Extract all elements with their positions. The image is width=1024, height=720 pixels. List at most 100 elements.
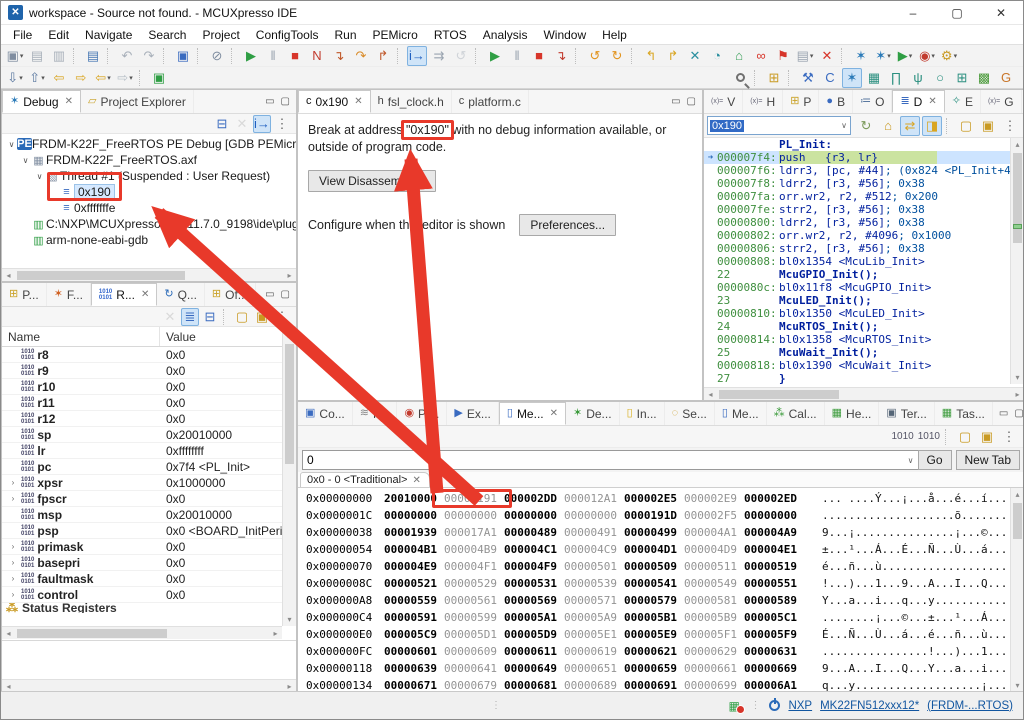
track-expression-icon[interactable]: ◨	[922, 116, 942, 136]
view-disassembly-button[interactable]: View Disassembly...	[308, 170, 436, 192]
memory-cell[interactable]: 00000579	[624, 594, 684, 607]
register-row[interactable]: 1010 0101r120x0	[2, 411, 296, 427]
menu-configtools[interactable]: ConfigTools	[248, 26, 327, 44]
close-button[interactable]: ✕	[979, 1, 1023, 24]
close-icon[interactable]: ✕	[65, 96, 73, 107]
disasm-source-line[interactable]: 22McuGPIO_Init();	[704, 268, 1010, 281]
memory-cell[interactable]: 00000621	[624, 645, 684, 658]
profile-icon[interactable]: ◉▾	[917, 46, 937, 66]
debug-perspective-icon[interactable]: ✶	[842, 68, 862, 88]
menu-project[interactable]: Project	[194, 26, 247, 44]
load-symbols-icon[interactable]: ⇧▾	[27, 68, 47, 88]
memory-cell[interactable]: 00000529	[444, 577, 504, 590]
new-tab-button[interactable]: New Tab	[956, 450, 1020, 470]
collapse-all-icon[interactable]: ⊟	[213, 115, 231, 133]
step-in-callee-icon[interactable]: ↱	[663, 46, 683, 66]
step-into-icon[interactable]: ↴	[329, 46, 349, 66]
bottom-tab-console-view[interactable]: ▣Co...	[298, 402, 353, 425]
sync-selection-icon[interactable]: ⇄	[900, 116, 920, 136]
memory-cell[interactable]: 000004C1	[504, 543, 564, 556]
disasm-instruction-line[interactable]: ➜000007f4:push{r3, lr}	[704, 151, 1010, 164]
close-icon[interactable]: ✕	[412, 475, 420, 486]
maximize-view-icon[interactable]: ▢	[687, 96, 696, 107]
disasm-instruction-line[interactable]: 00000800:ldrr2, [r3, #56]; 0x38	[704, 216, 1010, 229]
memory-row[interactable]: 0x000000C40000059100000599000005A1000005…	[306, 609, 1010, 626]
collapse-all-icon[interactable]: ⊟	[201, 308, 219, 326]
maximize-view-icon[interactable]: ▢	[281, 289, 290, 300]
chevron-expanded-icon[interactable]: ∨	[6, 140, 17, 149]
memory-cell[interactable]: 00000000	[384, 509, 444, 522]
memory-cell[interactable]: 00000639	[384, 662, 444, 675]
register-row[interactable]: ›1010 0101fpscr0x0	[2, 491, 296, 507]
memory-cell[interactable]: 00000000	[744, 509, 804, 522]
disassembly-tab-variables-view[interactable]: (x)=V	[704, 90, 743, 113]
open-perspective-icon[interactable]: ⊞	[764, 68, 784, 88]
vendor-link[interactable]: NXP	[788, 700, 812, 712]
memory-cell[interactable]: 000004F1	[444, 560, 504, 573]
show-groups-icon[interactable]: ≣	[181, 308, 199, 326]
menu-help[interactable]: Help	[594, 26, 635, 44]
toggle-split-vertical-icon[interactable]: 1010	[917, 427, 941, 447]
register-row[interactable]: 1010 0101r90x0	[2, 363, 296, 379]
chevron-collapsed-icon[interactable]: ›	[8, 494, 18, 503]
chevron-down-icon[interactable]: ∨	[841, 121, 850, 130]
git-perspective-icon[interactable]: G	[996, 68, 1016, 88]
memory-cell[interactable]: 000005C9	[384, 628, 444, 641]
editor-tab-c-file[interactable]: cplatform.c	[452, 90, 529, 113]
program-flash-icon[interactable]: ▤▾	[795, 46, 815, 66]
mcux-welcome-icon[interactable]: ✕	[685, 46, 705, 66]
memory-cell[interactable]: 00000541	[624, 577, 684, 590]
memory-row[interactable]: 0x000000FC000006010000060900000611000006…	[306, 643, 1010, 660]
disasm-instruction-line[interactable]: 00000818:bl0x1390 <McuWait_Init>	[704, 359, 1010, 372]
scroll-left-icon[interactable]: ◂	[2, 627, 15, 640]
menu-edit[interactable]: Edit	[40, 26, 77, 44]
registers-vscrollbar[interactable]: ▴ ▾	[282, 329, 296, 626]
memory-cell[interactable]: 00000619	[564, 645, 624, 658]
disasm-instruction-line[interactable]: 0000080c:bl0x11f8 <McuGPIO_Init>	[704, 281, 1010, 294]
registers-tab-registers-view[interactable]: 1010 0101R...✕	[91, 283, 157, 306]
registers-tab-quickstart-view[interactable]: ↻Q...	[157, 283, 205, 306]
scroll-up-icon[interactable]: ▴	[283, 329, 296, 342]
bottom-tab-problems-view[interactable]: ◉Pr...	[397, 402, 447, 425]
terminate-icon[interactable]: ■	[285, 46, 305, 66]
memory-cell[interactable]: 00000599	[444, 611, 504, 624]
memory-cell[interactable]: 00000569	[504, 594, 564, 607]
disasm-instruction-line[interactable]: 000007fa:orr.wr2, r2, #512; 0x200	[704, 190, 1010, 203]
scroll-down-icon[interactable]: ▾	[1011, 371, 1024, 384]
memory-cell[interactable]: 00000539	[564, 577, 624, 590]
scroll-up-icon[interactable]: ▴	[1011, 488, 1024, 501]
close-icon[interactable]: ✕	[354, 96, 362, 107]
bottom-tab-heap-usage-view[interactable]: ▦He...	[825, 402, 880, 425]
terminate-all-icon[interactable]: ■	[529, 46, 549, 66]
memory-cell[interactable]: 000002E5	[624, 492, 684, 505]
disconnect-icon[interactable]: N	[307, 46, 327, 66]
memory-cell[interactable]: 00000609	[444, 645, 504, 658]
memory-row[interactable]: 0x0000001C000000000000000000000000000000…	[306, 507, 1010, 524]
registers-hscrollbar[interactable]: ◂ ▸	[2, 626, 282, 639]
debug-hscrollbar[interactable]: ◂ ▸	[2, 268, 296, 281]
disasm-instruction-line[interactable]: 000007f8:ldrr2, [r3, #56]; 0x38	[704, 177, 1010, 190]
close-icon[interactable]: ✕	[550, 408, 558, 419]
memory-row[interactable]: 0x00000054000004B1000004B9000004C1000004…	[306, 541, 1010, 558]
disasm-instruction-line[interactable]: 000007f6:ldrr3, [pc, #44]; (0x824 <PL_In…	[704, 164, 1010, 177]
registers-perspective-icon[interactable]: ⊞	[952, 68, 972, 88]
debug-configurations-icon[interactable]: ✶▾	[873, 46, 893, 66]
external-tools-icon[interactable]: ⚙▾	[939, 46, 959, 66]
registers-tab-faults-view[interactable]: ✶F...	[47, 283, 91, 306]
memory-cell[interactable]: 000004B1	[384, 543, 444, 556]
new-view-icon[interactable]: ▢	[956, 116, 976, 136]
registers-tab-peripherals-view[interactable]: ⊞P...	[2, 283, 47, 306]
disasm-source-line[interactable]: 24McuRTOS_Init();	[704, 320, 1010, 333]
terminate-remove-icon[interactable]: ✕	[817, 46, 837, 66]
previous-edit-icon[interactable]: ⇦▾	[93, 68, 113, 88]
clear-registers-icon[interactable]: ✕	[161, 308, 179, 326]
disasm-label-line[interactable]: PL_Init:	[704, 138, 1010, 151]
view-menu-icon[interactable]: ⋮	[273, 308, 291, 326]
memory-cell[interactable]: 00000651	[564, 662, 624, 675]
memory-cell[interactable]: 000005F9	[744, 628, 804, 641]
remove-terminated-icon[interactable]: ✕	[233, 115, 251, 133]
menu-navigate[interactable]: Navigate	[77, 26, 140, 44]
memory-cell[interactable]: 000005D1	[444, 628, 504, 641]
memory-vscrollbar[interactable]: ▴ ▾	[1010, 488, 1024, 692]
scroll-right-icon[interactable]: ▸	[269, 627, 282, 640]
